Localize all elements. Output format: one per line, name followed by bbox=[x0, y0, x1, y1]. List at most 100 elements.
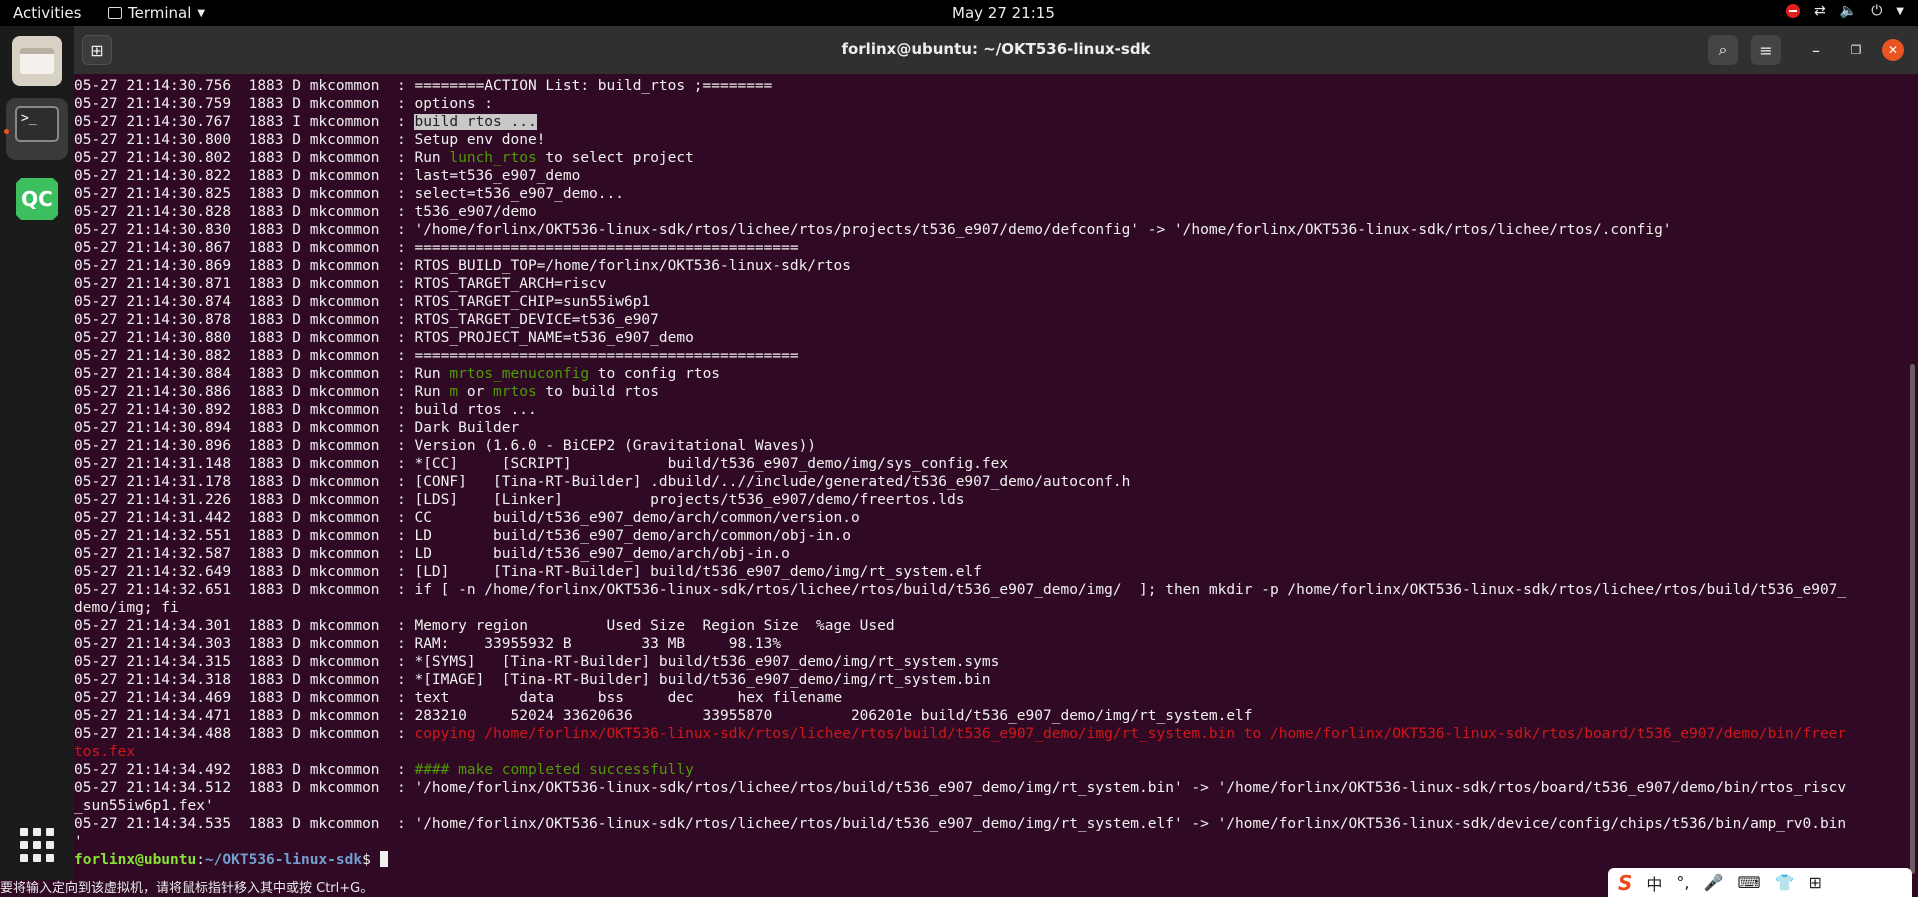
system-tray[interactable]: ⇄ 🔈 ⏻ ▼ bbox=[1786, 3, 1904, 19]
terminal-line: 05-27 21:14:34.471 1883 D mkcommon : 283… bbox=[74, 707, 1904, 725]
terminal-text: 05-27 21:14:34.488 1883 D mkcommon : bbox=[74, 726, 415, 742]
terminal-text: mrtos_menuconfig bbox=[449, 366, 590, 382]
terminal-line: 05-27 21:14:31.148 1883 D mkcommon : *[C… bbox=[74, 455, 1904, 473]
terminal-text: 05-27 21:14:30.874 1883 D mkcommon : RTO… bbox=[74, 294, 651, 310]
terminal-line: 05-27 21:14:30.825 1883 D mkcommon : sel… bbox=[74, 185, 1904, 203]
terminal-line: tos.fex bbox=[74, 743, 1904, 761]
window-title: forlinx@ubuntu: ~/OKT536-linux-sdk bbox=[841, 40, 1151, 58]
chevron-down-icon[interactable]: ▼ bbox=[1896, 6, 1904, 17]
terminal-text: 05-27 21:14:31.178 1883 D mkcommon : [CO… bbox=[74, 474, 1131, 490]
terminal-text: build rtos ... bbox=[414, 114, 537, 130]
terminal-text: 05-27 21:14:31.442 1883 D mkcommon : CC … bbox=[74, 510, 860, 526]
prompt-user: forlinx@ubuntu bbox=[74, 852, 197, 868]
terminal-text: 05-27 21:14:30.869 1883 D mkcommon : RTO… bbox=[74, 258, 851, 274]
chevron-down-icon: ▼ bbox=[197, 7, 206, 19]
terminal-line: 05-27 21:14:30.867 1883 D mkcommon : ===… bbox=[74, 239, 1904, 257]
close-icon[interactable]: ✕ bbox=[1882, 39, 1904, 61]
qt-creator-icon[interactable]: QC bbox=[16, 178, 58, 220]
terminal-text: 05-27 21:14:30.822 1883 D mkcommon : las… bbox=[74, 168, 581, 184]
terminal-text: mrtos bbox=[493, 384, 537, 400]
terminal-line: 05-27 21:14:34.303 1883 D mkcommon : RAM… bbox=[74, 635, 1904, 653]
maximize-button[interactable]: ❐ bbox=[1841, 35, 1871, 65]
terminal-text: 05-27 21:14:34.471 1883 D mkcommon : 283… bbox=[74, 708, 1253, 724]
terminal-icon[interactable]: >_ bbox=[15, 106, 59, 142]
terminal-text: to build rtos bbox=[536, 384, 659, 400]
toolbox-icon[interactable]: ⊞ bbox=[1808, 873, 1821, 892]
terminal-line: 05-27 21:14:30.871 1883 D mkcommon : RTO… bbox=[74, 275, 1904, 293]
keyboard-icon[interactable]: ⌨ bbox=[1737, 873, 1760, 892]
terminal-line: 05-27 21:14:30.882 1883 D mkcommon : ===… bbox=[74, 347, 1904, 365]
terminal-line: 05-27 21:14:30.896 1883 D mkcommon : Ver… bbox=[74, 437, 1904, 455]
skin-icon[interactable]: 👕 bbox=[1775, 873, 1795, 892]
terminal-text: 05-27 21:14:30.896 1883 D mkcommon : Ver… bbox=[74, 438, 817, 454]
terminal-text: 05-27 21:14:34.303 1883 D mkcommon : RAM… bbox=[74, 636, 782, 652]
terminal-text: 05-27 21:14:30.828 1883 D mkcommon : t53… bbox=[74, 204, 537, 220]
terminal-text: 05-27 21:14:32.649 1883 D mkcommon : [LD… bbox=[74, 564, 982, 580]
terminal-line: 05-27 21:14:30.767 1883 I mkcommon : bui… bbox=[74, 113, 1904, 131]
files-launcher[interactable] bbox=[12, 36, 62, 86]
terminal-text: to config rtos bbox=[589, 366, 721, 382]
terminal-line: 05-27 21:14:32.551 1883 D mkcommon : LD … bbox=[74, 527, 1904, 545]
terminal-text: or bbox=[458, 384, 494, 400]
terminal-lines: 05-27 21:14:30.756 1883 D mkcommon : ===… bbox=[74, 77, 1904, 869]
terminal-text: 05-27 21:14:30.878 1883 D mkcommon : RTO… bbox=[74, 312, 659, 328]
terminal-line: _sun55iw6p1.fex' bbox=[74, 797, 1904, 815]
terminal-text: 05-27 21:14:30.894 1883 D mkcommon : Dar… bbox=[74, 420, 520, 436]
terminal-line: 05-27 21:14:30.886 1883 D mkcommon : Run… bbox=[74, 383, 1904, 401]
terminal-text: 05-27 21:14:30.830 1883 D mkcommon : '/h… bbox=[74, 222, 1672, 238]
terminal-text: to select project bbox=[536, 150, 694, 166]
app-menu[interactable]: Terminal ▼ bbox=[108, 4, 205, 22]
ime-toolbar[interactable]: S 中 °, 🎤 ⌨ 👕 ⊞ bbox=[1608, 868, 1912, 897]
terminal-text: 05-27 21:14:34.512 1883 D mkcommon : '/h… bbox=[74, 780, 1847, 796]
menu-icon[interactable]: ≡ bbox=[1751, 35, 1781, 65]
prompt-sep: : bbox=[196, 852, 205, 868]
terminal-line: 05-27 21:14:32.587 1883 D mkcommon : LD … bbox=[74, 545, 1904, 563]
terminal-text: #### make completed successfully bbox=[414, 762, 694, 778]
clock[interactable]: May 27 21:15 bbox=[952, 4, 1055, 22]
terminal-line: 05-27 21:14:34.318 1883 D mkcommon : *[I… bbox=[74, 671, 1904, 689]
terminal-line: 05-27 21:14:30.894 1883 D mkcommon : Dar… bbox=[74, 419, 1904, 437]
network-icon[interactable]: ⇄ bbox=[1814, 3, 1826, 19]
terminal-line: 05-27 21:14:32.651 1883 D mkcommon : if … bbox=[74, 581, 1904, 599]
activities-button[interactable]: Activities bbox=[13, 4, 81, 22]
terminal-text: 05-27 21:14:32.587 1883 D mkcommon : LD … bbox=[74, 546, 790, 562]
do-not-disturb-icon[interactable] bbox=[1786, 4, 1801, 18]
terminal-text: 05-27 21:14:31.226 1883 D mkcommon : [LD… bbox=[74, 492, 965, 508]
prompt-path: ~/OKT536-linux-sdk bbox=[204, 852, 363, 868]
terminal-line: 05-27 21:14:30.874 1883 D mkcommon : RTO… bbox=[74, 293, 1904, 311]
terminal-line: demo/img; fi bbox=[74, 599, 1904, 617]
terminal-line: 05-27 21:14:30.880 1883 D mkcommon : RTO… bbox=[74, 329, 1904, 347]
window-titlebar[interactable]: ⊞ forlinx@ubuntu: ~/OKT536-linux-sdk ⌕ ≡… bbox=[74, 26, 1918, 74]
ime-mode[interactable]: 中 bbox=[1646, 871, 1662, 895]
terminal-app-icon bbox=[108, 7, 122, 19]
scrollbar[interactable] bbox=[1910, 364, 1915, 874]
terminal-text: 05-27 21:14:30.756 1883 D mkcommon : ===… bbox=[74, 78, 773, 94]
terminal-line: 05-27 21:14:34.512 1883 D mkcommon : '/h… bbox=[74, 779, 1904, 797]
app-menu-label: Terminal bbox=[128, 4, 192, 22]
terminal-line: 05-27 21:14:30.830 1883 D mkcommon : '/h… bbox=[74, 221, 1904, 239]
power-icon[interactable]: ⏻ bbox=[1871, 3, 1882, 19]
shell-prompt[interactable]: forlinx@ubuntu:~/OKT536-linux-sdk$ bbox=[74, 851, 1904, 869]
dock: >_ QC bbox=[0, 26, 74, 897]
terminal-text: 05-27 21:14:30.802 1883 D mkcommon : Run bbox=[74, 150, 450, 166]
terminal-text: 05-27 21:14:34.492 1883 D mkcommon : bbox=[74, 762, 415, 778]
terminal-line: 05-27 21:14:30.759 1883 D mkcommon : opt… bbox=[74, 95, 1904, 113]
terminal-text: 05-27 21:14:30.871 1883 D mkcommon : RTO… bbox=[74, 276, 607, 292]
terminal-line: 05-27 21:14:34.492 1883 D mkcommon : ###… bbox=[74, 761, 1904, 779]
microphone-icon[interactable]: 🎤 bbox=[1704, 873, 1724, 892]
app-grid-icon[interactable] bbox=[18, 826, 56, 864]
terminal-line: 05-27 21:14:30.828 1883 D mkcommon : t53… bbox=[74, 203, 1904, 221]
minimize-button[interactable]: – bbox=[1801, 35, 1831, 65]
volume-icon[interactable]: 🔈 bbox=[1840, 3, 1857, 19]
ime-punct[interactable]: °, bbox=[1676, 873, 1689, 892]
sogou-logo-icon[interactable]: S bbox=[1618, 871, 1632, 895]
terminal-line: 05-27 21:14:30.822 1883 D mkcommon : las… bbox=[74, 167, 1904, 185]
terminal-line: 05-27 21:14:32.649 1883 D mkcommon : [LD… bbox=[74, 563, 1904, 581]
terminal-line: 05-27 21:14:31.178 1883 D mkcommon : [CO… bbox=[74, 473, 1904, 491]
search-icon[interactable]: ⌕ bbox=[1708, 35, 1738, 65]
terminal-text: lunch_rtos bbox=[449, 150, 537, 166]
terminal-text: 05-27 21:14:32.551 1883 D mkcommon : LD … bbox=[74, 528, 851, 544]
terminal-text: copying /home/forlinx/OKT536-linux-sdk/r… bbox=[414, 726, 1847, 742]
terminal-text: 05-27 21:14:30.882 1883 D mkcommon : ===… bbox=[74, 348, 799, 364]
terminal-output[interactable]: 05-27 21:14:30.756 1883 D mkcommon : ===… bbox=[74, 74, 1918, 880]
